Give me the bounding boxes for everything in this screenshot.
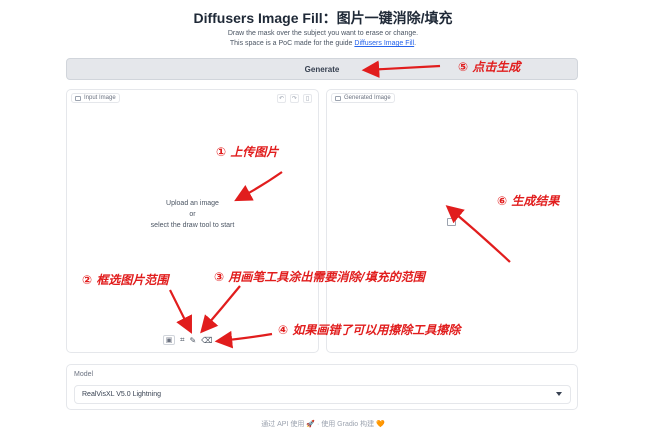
description-prefix: This space is a PoC made for the guide — [229, 40, 355, 47]
annotation-eraser: ④ 如果画错了可以用擦除工具擦除 — [278, 323, 461, 337]
model-label: Model — [74, 371, 94, 378]
generated-image-panel: Generated Image — [326, 89, 578, 353]
image-upload-icon[interactable]: ▣ — [163, 335, 175, 345]
description-line-1: Draw the mask over the subject you want … — [227, 30, 419, 37]
chevron-down-icon — [556, 392, 562, 396]
generated-image-label: Generated Image — [331, 93, 395, 103]
undo-icon[interactable]: ↶ — [277, 94, 286, 103]
upload-line-2: or — [189, 211, 196, 218]
annotation-upload: ① 上传图片 — [216, 145, 279, 159]
annotation-brush: ③ 用画笔工具涂出需要消除/填充的范围 — [214, 270, 425, 284]
upload-prompt[interactable]: Upload an image or select the draw tool … — [67, 198, 318, 231]
annotation-result: ⑥ 生成结果 — [497, 194, 560, 208]
page-title: Diffusers Image Fill：图片一键消除/填充 — [193, 10, 453, 26]
description-line-2: This space is a PoC made for the guide D… — [0, 40, 646, 47]
input-bottom-toolbar: ▣ ⌗ ✎ ⌫ — [163, 335, 213, 345]
placeholder-image-icon — [447, 218, 456, 226]
crop-icon[interactable]: ⌗ — [180, 335, 185, 345]
input-image-label-text: Input Image — [84, 95, 116, 101]
annotation-generate: ⑤ 点击生成 — [458, 60, 521, 74]
annotation-crop: ② 框选图片范围 — [82, 273, 169, 287]
brush-icon[interactable]: ✎ — [190, 336, 197, 345]
description-suffix: . — [414, 40, 417, 47]
model-dropdown[interactable]: RealVisXL V5.0 Lightning — [74, 385, 571, 404]
input-top-toolbar: ↶ ↷ ▯ — [277, 94, 312, 103]
redo-icon[interactable]: ↷ — [290, 94, 299, 103]
upload-line-3: select the draw tool to start — [150, 222, 235, 229]
upload-line-1: Upload an image — [166, 200, 219, 207]
model-selected-value: RealVisXL V5.0 Lightning — [82, 391, 161, 398]
input-image-panel[interactable]: Input Image ↶ ↷ ▯ Upload an image or sel… — [66, 89, 319, 353]
model-section: Model RealVisXL V5.0 Lightning — [66, 364, 578, 410]
image-icon — [335, 95, 341, 101]
eraser-icon[interactable]: ⌫ — [201, 336, 212, 345]
trash-icon[interactable]: ▯ — [303, 94, 312, 103]
guide-link[interactable]: Diffusers Image Fill — [354, 40, 414, 47]
image-icon — [75, 95, 81, 101]
input-image-label: Input Image — [71, 93, 120, 103]
footer: 通过 API 使用 🚀 · 使用 Gradio 构建 🧡 — [261, 421, 385, 428]
generated-image-label-text: Generated Image — [344, 95, 391, 101]
